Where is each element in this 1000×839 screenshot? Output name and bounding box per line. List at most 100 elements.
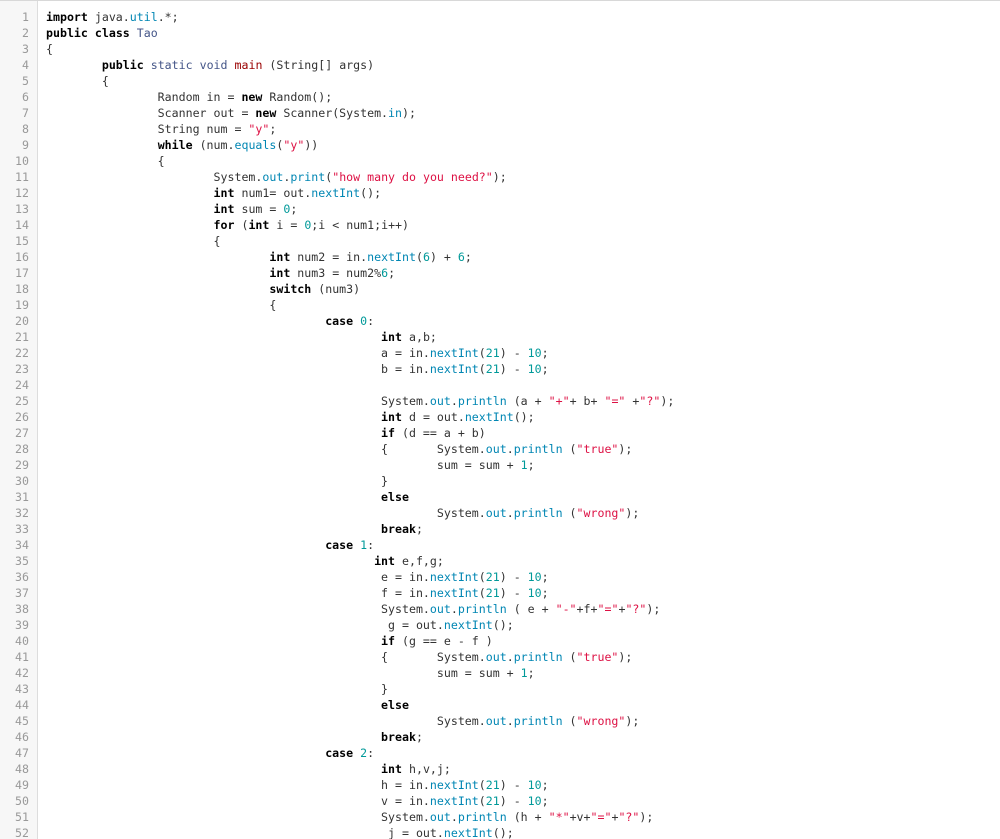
code-line[interactable]: 45 System.out.println ("wrong"); (0, 713, 1000, 729)
code-text: System.out.println ( e + "-"+f+"="+"?"); (46, 602, 661, 616)
code-line[interactable]: 30 } (0, 473, 1000, 489)
line-number: 1 (22, 10, 29, 24)
code-line[interactable]: 13 int sum = 0; (0, 201, 1000, 217)
code-line[interactable]: 2 public class Tao (0, 25, 1000, 41)
code-line[interactable]: 4 public static void main (String[] args… (0, 57, 1000, 73)
code-line[interactable]: 23 b = in.nextInt(21) - 10; (0, 361, 1000, 377)
code-text: public static void main (String[] args) (101, 58, 375, 72)
line-number: 48 (15, 762, 29, 776)
code-text: int d = out.nextInt(); (381, 410, 535, 424)
code-line[interactable]: 19 { (0, 297, 1000, 313)
line-number: 43 (15, 682, 29, 696)
line-number: 18 (15, 282, 29, 296)
line-number: 30 (15, 474, 29, 488)
code-text: System.out.println (h + "*"+v+"="+"?"); (46, 810, 654, 824)
line-number: 52 (15, 826, 29, 839)
code-line[interactable]: 33 break; (0, 521, 1000, 537)
code-line[interactable]: 46 break; (0, 729, 1000, 745)
line-number: 41 (15, 650, 29, 664)
code-line[interactable]: 12 int num1= out.nextInt(); (0, 185, 1000, 201)
code-line[interactable]: 1 import java.util.*; (0, 9, 1000, 25)
code-line[interactable]: 36 e = in.nextInt(21) - 10; (0, 569, 1000, 585)
line-number: 25 (15, 394, 29, 408)
code-text: { (46, 154, 165, 168)
code-line[interactable]: 51 System.out.println (h + "*"+v+"="+"?"… (0, 809, 1000, 825)
code-line[interactable]: 20 case 0: (0, 313, 1000, 329)
code-line[interactable]: 42 sum = sum + 1; (0, 665, 1000, 681)
code-line[interactable]: 22 a = in.nextInt(21) - 10; (0, 345, 1000, 361)
code-line[interactable]: 35 int e,f,g; (0, 553, 1000, 569)
line-number: 22 (15, 346, 29, 360)
code-line[interactable]: 21 int a,b; (0, 329, 1000, 345)
line-number: 8 (22, 122, 29, 136)
code-line[interactable]: 43 } (0, 681, 1000, 697)
code-line[interactable]: 5 { (0, 73, 1000, 89)
line-number: 11 (15, 170, 29, 184)
code-line[interactable]: 3{ (0, 41, 1000, 57)
code-line[interactable]: 50 v = in.nextInt(21) - 10; (0, 793, 1000, 809)
line-number: 5 (22, 74, 29, 88)
code-line[interactable]: 40 if (g == e - f ) (0, 633, 1000, 649)
line-number: 46 (15, 730, 29, 744)
line-number: 15 (15, 234, 29, 248)
code-line[interactable]: 49 h = in.nextInt(21) - 10; (0, 777, 1000, 793)
line-number: 47 (15, 746, 29, 760)
code-line[interactable]: 18 switch (num3) (0, 281, 1000, 297)
code-line[interactable]: 8 String num = "y"; (0, 121, 1000, 137)
code-line[interactable]: 11 System.out.print("how many do you nee… (0, 169, 1000, 185)
code-text: System.out.println (a + "+"+ b+ "=" +"?"… (46, 394, 675, 408)
line-number: 24 (15, 378, 29, 392)
line-number: 14 (15, 218, 29, 232)
line-number: 6 (22, 90, 29, 104)
code-text: { (46, 74, 109, 88)
line-number: 7 (22, 106, 29, 120)
code-line[interactable]: 14 for (int i = 0;i < num1;i++) (0, 217, 1000, 233)
line-number: 39 (15, 618, 29, 632)
code-line[interactable]: 16 int num2 = in.nextInt(6) + 6; (0, 249, 1000, 265)
code-line[interactable]: 17 int num3 = num2%6; (0, 265, 1000, 281)
code-text: e = in.nextInt(21) - 10; (46, 570, 549, 584)
code-line[interactable]: 10 { (0, 153, 1000, 169)
code-line[interactable]: 15 { (0, 233, 1000, 249)
code-line[interactable]: 38 System.out.println ( e + "-"+f+"="+"?… (0, 601, 1000, 617)
code-line[interactable]: 44 else (0, 697, 1000, 713)
line-number: 40 (15, 634, 29, 648)
line-number: 19 (15, 298, 29, 312)
code-line[interactable]: 37 f = in.nextInt(21) - 10; (0, 585, 1000, 601)
code-text: v = in.nextInt(21) - 10; (46, 794, 549, 808)
code-line[interactable]: 34 case 1: (0, 537, 1000, 553)
code-line[interactable]: 52 j = out.nextInt(); (0, 825, 1000, 839)
code-line[interactable]: 32 System.out.println ("wrong"); (0, 505, 1000, 521)
code-text: { (46, 298, 277, 312)
code-line[interactable]: 27 if (d == a + b) (0, 425, 1000, 441)
code-line[interactable]: 41 { System.out.println ("true"); (0, 649, 1000, 665)
code-line[interactable]: 28 { System.out.println ("true"); (0, 441, 1000, 457)
code-lines: 1 import java.util.*; 2 public class Tao 3{4… (0, 9, 1000, 839)
line-number: 20 (15, 314, 29, 328)
code-line[interactable]: 7 Scanner out = new Scanner(System.in); (0, 105, 1000, 121)
code-editor[interactable]: 1 import java.util.*; 2 public class Tao 3{4… (0, 0, 1000, 839)
code-line[interactable]: 24 (0, 377, 1000, 393)
code-line[interactable]: 6 Random in = new Random(); (0, 89, 1000, 105)
code-text: while (num.equals("y")) (157, 138, 319, 152)
code-line[interactable]: 29 sum = sum + 1; (0, 457, 1000, 473)
code-text: Scanner out = new Scanner(System.in); (46, 106, 416, 120)
code-line[interactable]: 31 else (0, 489, 1000, 505)
code-text: break; (381, 522, 423, 536)
code-line[interactable]: 39 g = out.nextInt(); (0, 617, 1000, 633)
line-number: 26 (15, 410, 29, 424)
code-text: break; (381, 730, 423, 744)
code-text: case 0: (325, 314, 375, 328)
code-line[interactable]: 9 while (num.equals("y")) (0, 137, 1000, 153)
line-number: 28 (15, 442, 29, 456)
code-line[interactable]: 48 int h,v,j; (0, 761, 1000, 777)
code-text: System.out.println ("wrong"); (46, 714, 640, 728)
code-text: { System.out.println ("true"); (46, 650, 633, 664)
code-line[interactable]: 26 int d = out.nextInt(); (0, 409, 1000, 425)
code-text: int num1= out.nextInt(); (213, 186, 382, 200)
code-text: int h,v,j; (381, 762, 451, 776)
code-text: { System.out.println ("true"); (46, 442, 633, 456)
code-line[interactable]: 25 System.out.println (a + "+"+ b+ "=" +… (0, 393, 1000, 409)
code-line[interactable]: 47 case 2: (0, 745, 1000, 761)
